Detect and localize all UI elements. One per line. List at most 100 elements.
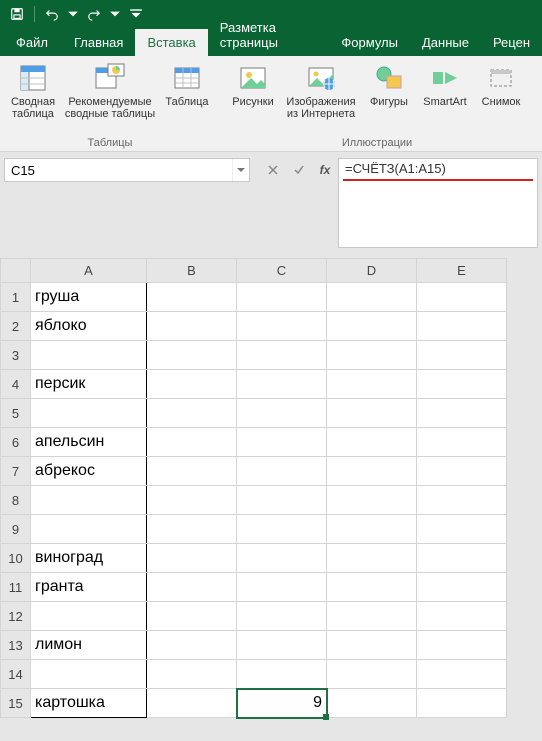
smartart-button[interactable]: SmartArt [418,60,472,110]
cell-A11[interactable]: гранта [31,573,147,602]
row-header[interactable]: 2 [1,312,31,341]
cell-A2[interactable]: яблоко [31,312,147,341]
formula-input[interactable]: =СЧЁТЗ(A1:A15) [338,158,538,248]
cell-A3[interactable] [31,341,147,370]
cell-D12[interactable] [327,602,417,631]
name-box[interactable] [4,158,250,182]
row-header[interactable]: 8 [1,486,31,515]
table-button[interactable]: Таблица [160,60,214,110]
cell-E15[interactable] [417,689,507,718]
cell-B3[interactable] [147,341,237,370]
cell-E9[interactable] [417,515,507,544]
redo-button[interactable] [83,3,105,25]
shapes-button[interactable]: Фигуры [362,60,416,110]
row-header[interactable]: 6 [1,428,31,457]
cell-A9[interactable] [31,515,147,544]
cell-B15[interactable] [147,689,237,718]
cell-A4[interactable]: персик [31,370,147,399]
cell-B12[interactable] [147,602,237,631]
tab-page-layout[interactable]: Разметка страницы [208,14,330,56]
row-header[interactable]: 5 [1,399,31,428]
cell-E5[interactable] [417,399,507,428]
cell-E4[interactable] [417,370,507,399]
cell-D5[interactable] [327,399,417,428]
screenshot-button[interactable]: Снимок [474,60,528,110]
cell-C14[interactable] [237,660,327,689]
cell-D10[interactable] [327,544,417,573]
cell-E14[interactable] [417,660,507,689]
cell-D3[interactable] [327,341,417,370]
cell-A15[interactable]: картошка [31,689,147,718]
col-header-C[interactable]: C [237,259,327,283]
cell-B4[interactable] [147,370,237,399]
col-header-D[interactable]: D [327,259,417,283]
fill-handle[interactable] [323,714,329,720]
cell-E12[interactable] [417,602,507,631]
cell-B8[interactable] [147,486,237,515]
cell-E6[interactable] [417,428,507,457]
recommended-pivot-button[interactable]: Рекомендуемые сводные таблицы [62,60,158,122]
cell-E1[interactable] [417,283,507,312]
cell-B1[interactable] [147,283,237,312]
cell-A1[interactable]: груша [31,283,147,312]
cell-C3[interactable] [237,341,327,370]
cell-A13[interactable]: лимон [31,631,147,660]
cell-A8[interactable] [31,486,147,515]
row-header[interactable]: 12 [1,602,31,631]
col-header-E[interactable]: E [417,259,507,283]
cell-C12[interactable] [237,602,327,631]
cell-C5[interactable] [237,399,327,428]
cell-C9[interactable] [237,515,327,544]
cell-E3[interactable] [417,341,507,370]
cell-D9[interactable] [327,515,417,544]
pictures-button[interactable]: Рисунки [226,60,280,110]
cell-D6[interactable] [327,428,417,457]
tab-formulas[interactable]: Формулы [329,29,410,56]
tab-review[interactable]: Рецен [481,29,542,56]
cell-C8[interactable] [237,486,327,515]
cell-E8[interactable] [417,486,507,515]
cell-B2[interactable] [147,312,237,341]
cell-E7[interactable] [417,457,507,486]
row-header[interactable]: 13 [1,631,31,660]
col-header-B[interactable]: B [147,259,237,283]
cell-E11[interactable] [417,573,507,602]
cell-B10[interactable] [147,544,237,573]
cell-B14[interactable] [147,660,237,689]
select-all-corner[interactable] [1,259,31,283]
name-box-dropdown[interactable] [232,159,249,181]
cell-C6[interactable] [237,428,327,457]
redo-dropdown[interactable] [109,3,121,25]
col-header-A[interactable]: A [31,259,147,283]
tab-insert[interactable]: Вставка [135,29,207,56]
cell-D7[interactable] [327,457,417,486]
online-pictures-button[interactable]: Изображения из Интернета [282,60,360,122]
cell-E2[interactable] [417,312,507,341]
cell-A7[interactable]: абрекос [31,457,147,486]
cell-C15[interactable]: 9 [237,689,327,718]
cell-A5[interactable] [31,399,147,428]
undo-button[interactable] [41,3,63,25]
row-header[interactable]: 7 [1,457,31,486]
cancel-formula-button[interactable] [260,158,286,182]
save-button[interactable] [6,3,28,25]
row-header[interactable]: 4 [1,370,31,399]
row-header[interactable]: 15 [1,689,31,718]
cell-D15[interactable] [327,689,417,718]
cell-D8[interactable] [327,486,417,515]
tab-home[interactable]: Главная [62,29,135,56]
cell-C13[interactable] [237,631,327,660]
cell-C4[interactable] [237,370,327,399]
undo-dropdown[interactable] [67,3,79,25]
enter-formula-button[interactable] [286,158,312,182]
cell-A14[interactable] [31,660,147,689]
cell-C10[interactable] [237,544,327,573]
row-header[interactable]: 14 [1,660,31,689]
customize-qat-button[interactable] [125,3,147,25]
cell-D2[interactable] [327,312,417,341]
row-header[interactable]: 9 [1,515,31,544]
cell-C2[interactable] [237,312,327,341]
cell-A10[interactable]: виноград [31,544,147,573]
cell-D4[interactable] [327,370,417,399]
cell-C11[interactable] [237,573,327,602]
